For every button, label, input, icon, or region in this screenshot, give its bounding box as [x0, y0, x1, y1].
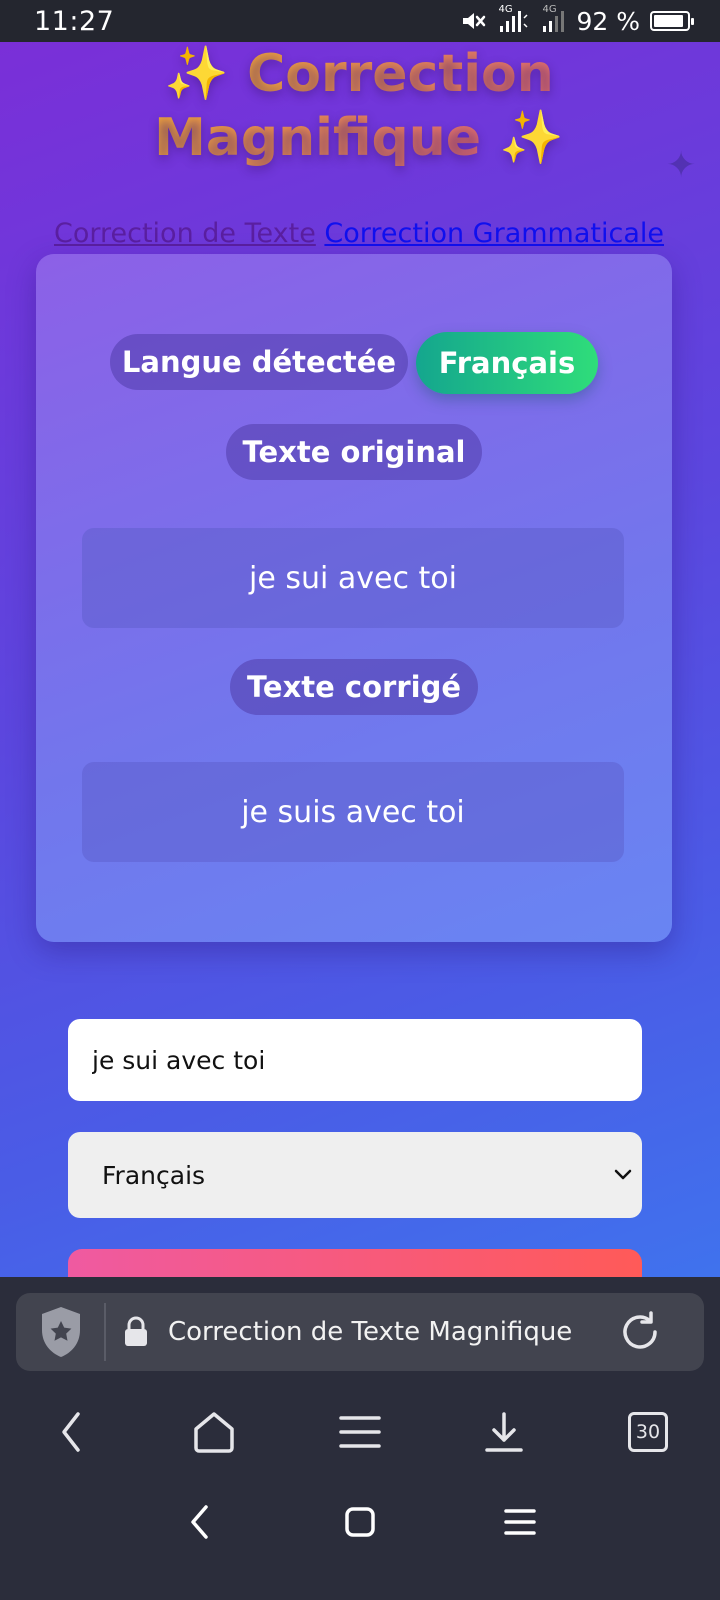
detected-language-badge: Français: [416, 332, 598, 394]
battery-icon: [650, 11, 694, 31]
title-word-magnifique: Magnifique: [154, 108, 482, 168]
page-title: ✨ Correction Magnifique ✨: [4, 42, 714, 170]
menu-button[interactable]: [324, 1395, 396, 1469]
battery-percent: 92 %: [576, 6, 640, 36]
shield-icon: [42, 1307, 80, 1357]
corrected-text-box: je suis avec toi: [82, 762, 624, 862]
link-correction-texte[interactable]: Correction de Texte: [54, 218, 316, 249]
system-back-icon: [191, 1505, 208, 1539]
original-text-box: je sui avec toi: [82, 528, 624, 628]
result-card: Langue détectée Français Texte original …: [36, 254, 672, 942]
mute-icon: [463, 13, 486, 29]
sparkle-icon: ✨: [499, 108, 564, 168]
text-input[interactable]: [68, 1019, 642, 1101]
browser-chrome: Correction de Texte Magnifique 30: [0, 1277, 720, 1600]
system-home-icon: [345, 1507, 375, 1537]
title-line-2: Magnifique ✨: [4, 106, 714, 170]
decorative-sparkle-icon: ✦: [666, 144, 697, 185]
download-icon: [485, 1412, 523, 1452]
reload-icon[interactable]: [616, 1308, 664, 1356]
url-divider: [104, 1303, 106, 1361]
home-icon: [194, 1412, 234, 1453]
tabs-button[interactable]: 30: [612, 1395, 684, 1469]
url-page-title: Correction de Texte Magnifique: [168, 1317, 573, 1347]
signal-icon-1: 4G: [496, 4, 530, 36]
shield-button[interactable]: [16, 1293, 106, 1371]
system-nav-bar: [0, 1485, 720, 1559]
chevron-down-icon: [614, 1169, 632, 1180]
home-button[interactable]: [178, 1395, 250, 1469]
url-bar[interactable]: Correction de Texte Magnifique: [16, 1293, 704, 1371]
browser-toolbar: 30: [0, 1395, 720, 1469]
language-select[interactable]: Français: [68, 1132, 642, 1218]
nav-links: Correction de Texte Correction Grammatic…: [4, 218, 714, 249]
original-text-label: Texte original: [226, 424, 482, 480]
language-select-value: Français: [102, 1160, 206, 1190]
system-recents-icon: [504, 1509, 536, 1535]
title-word-correction: Correction: [247, 44, 554, 104]
system-home-button[interactable]: [324, 1485, 396, 1559]
page-container: ✨ Correction Magnifique ✨ ✦ Correction d…: [4, 42, 714, 1304]
tabs-icon: 30: [628, 1412, 668, 1452]
sparkle-icon: ✨: [164, 44, 229, 104]
title-line-1: ✨ Correction: [4, 42, 714, 106]
system-back-button[interactable]: [164, 1485, 236, 1559]
status-bar: 11:27 4G 4G 92 %: [0, 0, 720, 42]
lock-icon: [125, 1316, 147, 1346]
system-recents-button[interactable]: [484, 1485, 556, 1559]
menu-icon: [339, 1416, 381, 1448]
status-time: 11:27: [34, 5, 115, 37]
detected-language-label: Langue détectée: [110, 334, 408, 390]
battery-level: [654, 15, 684, 27]
back-button[interactable]: [36, 1395, 108, 1469]
status-icons: 4G 4G 92 %: [460, 4, 694, 36]
download-button[interactable]: [468, 1395, 540, 1469]
link-correction-grammaticale[interactable]: Correction Grammaticale: [324, 218, 664, 249]
signal-icon-2: 4G: [540, 4, 566, 36]
corrected-text-label: Texte corrigé: [230, 659, 478, 715]
webpage: ✨ Correction Magnifique ✨ ✦ Correction d…: [0, 42, 720, 1304]
back-icon: [62, 1412, 80, 1452]
